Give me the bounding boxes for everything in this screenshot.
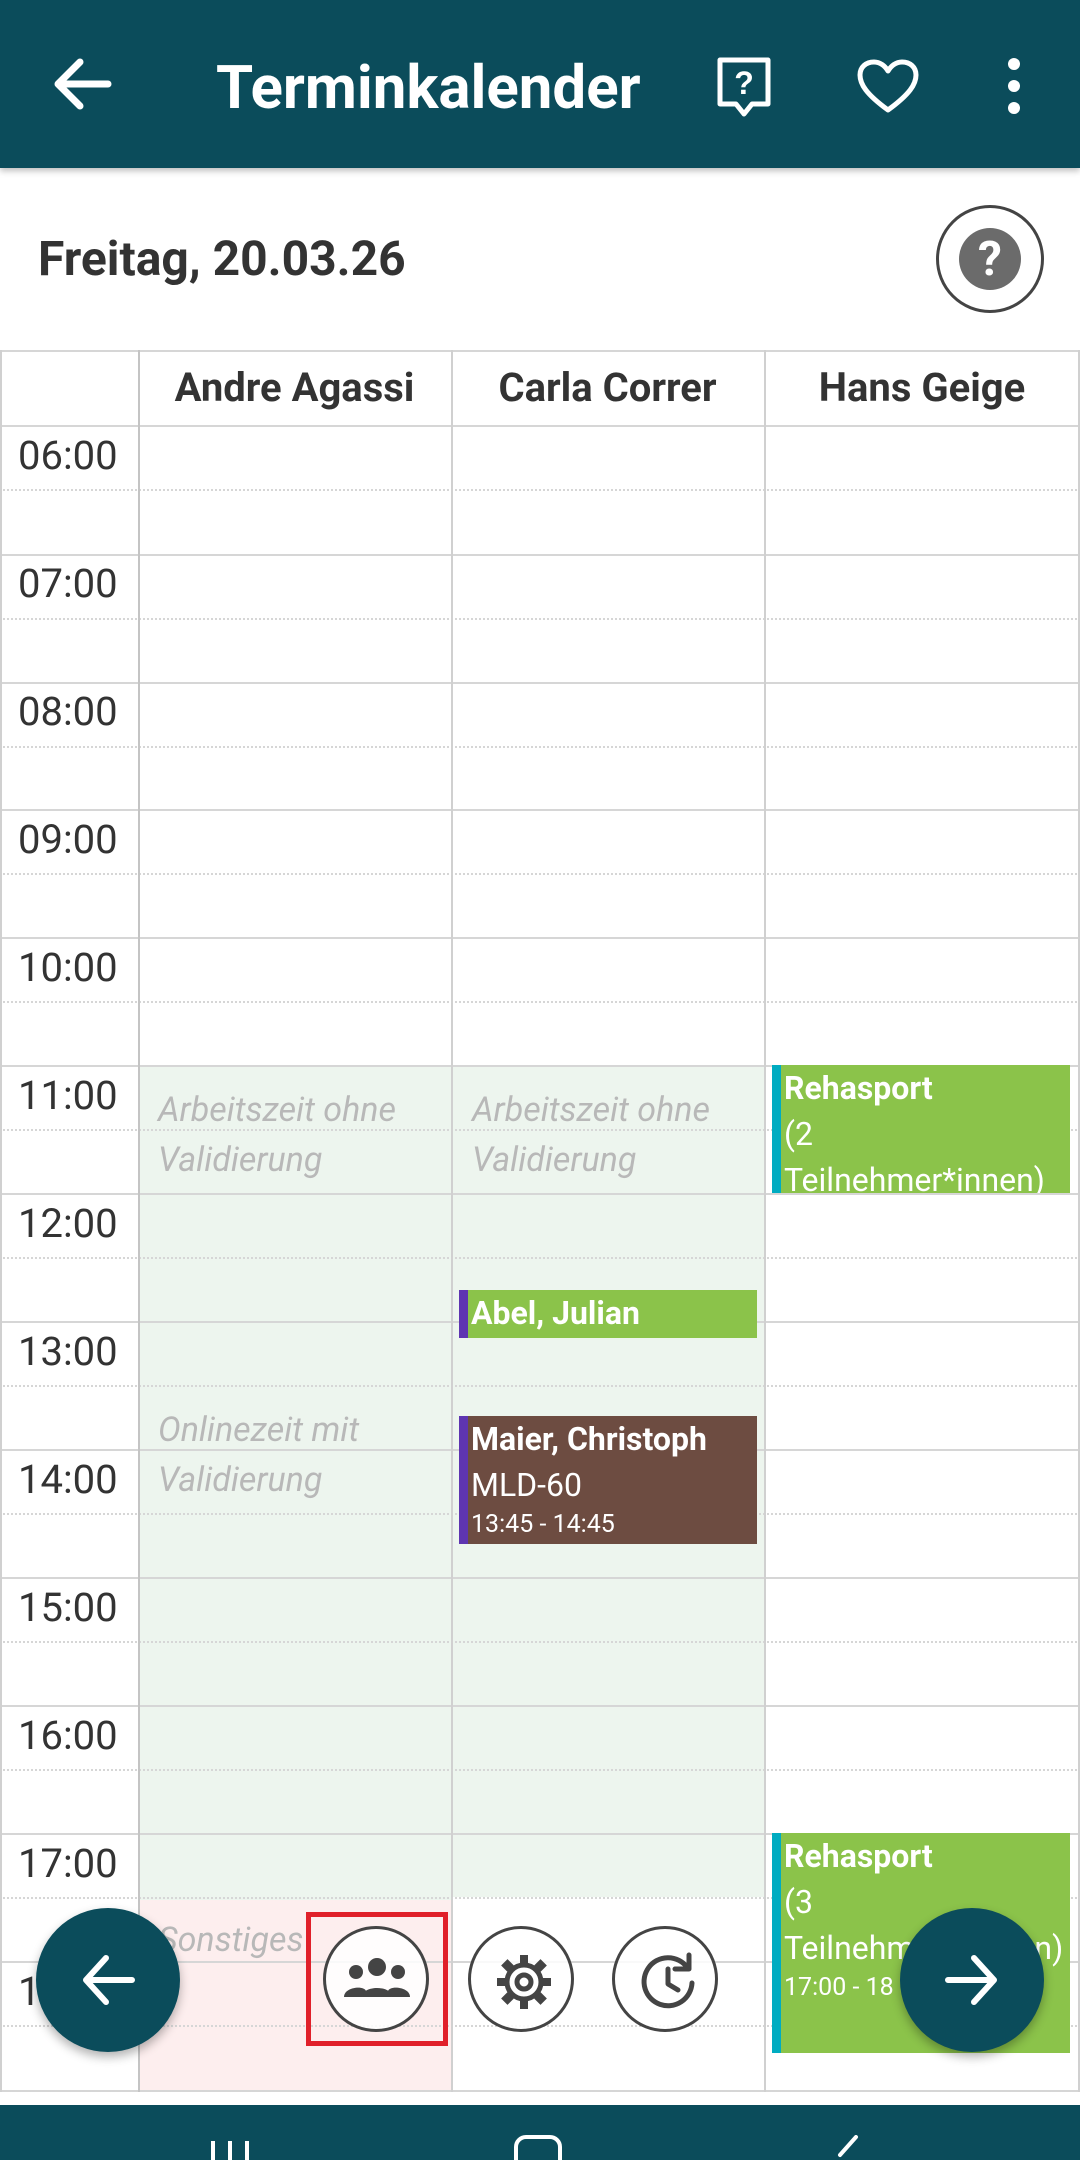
app-bar: Terminkalender ? (0, 0, 1080, 168)
back-nav-icon[interactable] (832, 2135, 862, 2160)
gear-icon (497, 1955, 551, 2009)
grid-column-line (451, 350, 453, 2092)
column-header-hans: Hans Geige (818, 364, 1026, 411)
time-label: 16:00 (18, 1712, 118, 1759)
history-button[interactable] (612, 1926, 718, 2032)
grid-column-line (0, 350, 2, 2092)
availability-hint: Sonstiges (158, 1920, 304, 1960)
availability-hint: Onlinezeit mit Validierung (158, 1410, 360, 1500)
column-header-andre: Andre Agassi (174, 364, 415, 411)
grid-line (0, 1705, 1080, 1707)
grid-column-line (764, 350, 766, 2092)
back-arrow-icon[interactable] (52, 56, 112, 112)
column-header-carla: Carla Correr (498, 364, 717, 411)
time-label: 08:00 (18, 688, 118, 735)
time-label: 11:00 (18, 1072, 118, 1119)
grid-half-line (0, 873, 1080, 875)
grid-line (0, 1193, 1080, 1195)
next-day-button[interactable] (900, 1908, 1044, 2052)
grid-line (0, 1577, 1080, 1579)
clock-rotate-icon (641, 1952, 695, 2009)
system-nav-bar (0, 2105, 1080, 2160)
event-color-strip (459, 1416, 468, 1544)
event-rehasport[interactable]: Rehasport (2 Teilnehmer*innen) (772, 1065, 1070, 1193)
grid-half-line (0, 1641, 1080, 1643)
event-maier-christoph[interactable]: Maier, Christoph MLD-60 13:45 - 14:45 (459, 1416, 757, 1544)
grid-half-line (0, 1001, 1080, 1003)
event-color-strip (459, 1290, 468, 1338)
grid-half-line (0, 1385, 1080, 1387)
grid-half-line (0, 1257, 1080, 1259)
selection-highlight (306, 1912, 448, 2046)
heart-icon[interactable] (856, 58, 920, 114)
grid-half-line (0, 1769, 1080, 1771)
page-title: Terminkalender (216, 52, 641, 123)
grid-half-line (0, 618, 1080, 620)
settings-button[interactable] (468, 1926, 574, 2032)
time-label: 12:00 (18, 1200, 118, 1247)
grid-column-line (138, 350, 140, 2092)
svg-text:?: ? (734, 65, 754, 101)
more-vertical-icon[interactable] (1000, 56, 1028, 116)
grid-half-line (0, 746, 1080, 748)
arrow-left-icon (83, 1955, 135, 2005)
arrow-right-icon (945, 1955, 997, 2005)
grid-line (0, 937, 1080, 939)
time-label: 17:00 (18, 1840, 118, 1887)
calendar-grid: Andre Agassi Carla Correr Hans Geige 06:… (0, 350, 1080, 2092)
time-label: 15:00 (18, 1584, 118, 1631)
previous-day-button[interactable] (36, 1908, 180, 2052)
grid-line (0, 2090, 1080, 2092)
event-color-strip (772, 1065, 781, 1193)
grid-line (0, 425, 1080, 427)
time-label: 06:00 (18, 432, 118, 479)
time-label: 14:00 (18, 1456, 118, 1503)
grid-line (0, 554, 1080, 556)
grid-line (0, 682, 1080, 684)
grid-half-line (0, 489, 1080, 491)
date-label: Freitag, 20.03.26 (38, 230, 406, 287)
help-circle-icon: ? (959, 228, 1021, 290)
event-color-strip (772, 1833, 781, 2053)
time-label: 09:00 (18, 816, 118, 863)
grid-line (0, 350, 1080, 352)
question-bubble-icon[interactable]: ? (714, 54, 774, 120)
time-label: 13:00 (18, 1328, 118, 1375)
help-button[interactable]: ? (936, 205, 1044, 313)
availability-hint: Arbeitszeit ohne Validierung (158, 1090, 396, 1180)
home-icon[interactable] (508, 2135, 568, 2160)
grid-line (0, 809, 1080, 811)
event-abel-julian[interactable]: Abel, Julian (459, 1290, 757, 1338)
availability-hint: Arbeitszeit ohne Validierung (472, 1090, 710, 1180)
time-label: 07:00 (18, 560, 118, 607)
time-label: 10:00 (18, 944, 118, 991)
recent-apps-icon[interactable] (205, 2137, 255, 2160)
